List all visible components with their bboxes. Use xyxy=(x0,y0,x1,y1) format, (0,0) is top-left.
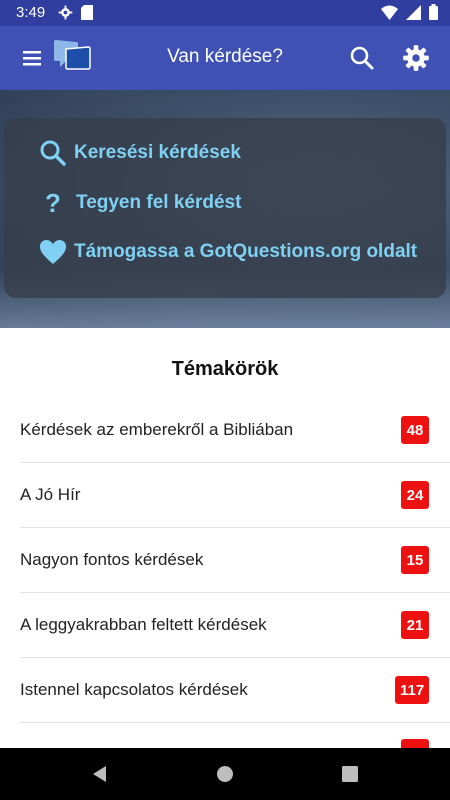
gear-icon xyxy=(402,45,430,76)
system-navigation-bar xyxy=(0,748,450,800)
topic-row[interactable]: Istennel kapcsolatos kérdések 117 xyxy=(0,658,450,723)
back-triangle-icon xyxy=(88,766,112,790)
topic-count-badge-partial xyxy=(401,739,429,748)
search-questions-link[interactable]: Keresési kérdések xyxy=(38,138,241,168)
app-bar: Van kérdése? xyxy=(0,26,450,90)
support-link[interactable]: Támogassa a GotQuestions.org oldalt xyxy=(38,237,417,267)
heart-icon xyxy=(38,237,68,267)
home-circle-icon xyxy=(213,766,237,790)
topic-count-badge: 15 xyxy=(401,546,429,574)
battery-icon xyxy=(429,4,438,25)
home-button[interactable] xyxy=(213,762,237,786)
settings-button[interactable] xyxy=(402,44,430,72)
topic-label: A Jó Hír xyxy=(20,485,81,504)
status-time: 3:49 xyxy=(16,4,46,21)
wifi-icon xyxy=(381,5,398,25)
back-button[interactable] xyxy=(88,762,112,786)
question-mark-icon: ? xyxy=(45,187,61,218)
recents-square-icon xyxy=(338,766,362,790)
search-questions-label: Keresési kérdések xyxy=(74,142,241,163)
gear-icon xyxy=(58,5,73,25)
app-title: Van kérdése? xyxy=(167,46,283,67)
topic-label: Istennel kapcsolatos kérdések xyxy=(20,680,248,699)
action-card: Keresési kérdések ? Tegyen fel kérdést T… xyxy=(4,118,446,298)
topic-row[interactable]: Kérdések az emberekről a Bibliában 48 xyxy=(0,398,450,463)
search-button[interactable] xyxy=(348,44,376,72)
status-bar: 3:49 xyxy=(0,0,450,26)
topics-heading: Témakörök xyxy=(171,358,279,380)
topic-label: Nagyon fontos kérdések xyxy=(20,550,204,569)
recents-button[interactable] xyxy=(338,762,362,786)
divider xyxy=(20,722,450,723)
topic-row[interactable]: A leggyakrabban feltett kérdések 21 xyxy=(0,593,450,658)
ask-question-link[interactable]: ? Tegyen fel kérdést xyxy=(38,188,241,218)
signal-icon xyxy=(406,4,421,25)
support-label: Támogassa a GotQuestions.org oldalt xyxy=(74,241,418,262)
topic-row[interactable]: Nagyon fontos kérdések 15 xyxy=(0,528,450,593)
search-icon xyxy=(348,46,376,76)
search-icon xyxy=(38,138,68,168)
topic-row[interactable]: A Jó Hír 24 xyxy=(0,463,450,528)
topic-count-badge: 48 xyxy=(401,416,429,444)
topic-label: Kérdések az emberekről a Bibliában xyxy=(20,420,294,439)
sd-card-icon xyxy=(81,5,93,25)
topic-count-badge: 21 xyxy=(401,611,429,639)
ask-question-label: Tegyen fel kérdést xyxy=(76,192,242,213)
topic-label: A leggyakrabban feltett kérdések xyxy=(20,615,267,634)
topic-count-badge: 117 xyxy=(395,676,430,704)
hero-banner: Keresési kérdések ? Tegyen fel kérdést T… xyxy=(0,90,450,328)
topic-count-badge: 24 xyxy=(401,481,429,509)
